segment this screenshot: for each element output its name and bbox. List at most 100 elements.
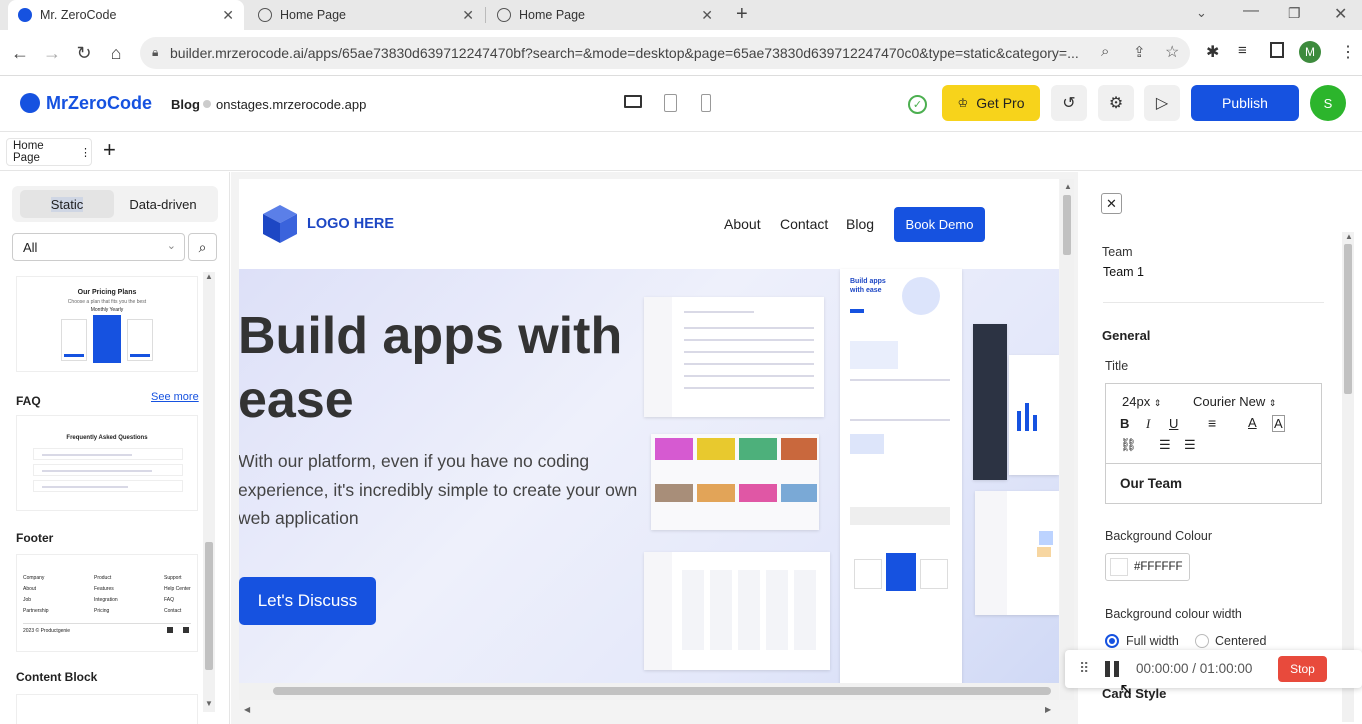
- window-close-icon[interactable]: ✕: [1334, 4, 1347, 24]
- hero-body[interactable]: With our platform, even if you have no c…: [239, 447, 643, 533]
- static-tab[interactable]: Static: [20, 190, 114, 218]
- globe-icon: [497, 8, 511, 22]
- browser-tab-active[interactable]: Mr. ZeroCode ✕: [8, 0, 244, 30]
- align-left-icon[interactable]: ≡: [1208, 415, 1216, 431]
- app-domain[interactable]: onstages.mrzerocode.app: [216, 97, 366, 112]
- left-scroll-thumb[interactable]: [205, 542, 213, 670]
- title-editor-content[interactable]: Our Team: [1120, 476, 1182, 491]
- nav-contact[interactable]: Contact: [780, 216, 828, 232]
- publish-button[interactable]: Publish: [1191, 85, 1299, 121]
- profile-avatar[interactable]: M: [1299, 41, 1321, 63]
- brand-name[interactable]: MrZeroCode: [46, 93, 152, 114]
- pause-icon[interactable]: [1105, 661, 1110, 677]
- home-icon[interactable]: ⌂: [106, 43, 126, 63]
- zoom-icon[interactable]: ⌕: [1101, 43, 1109, 60]
- back-icon[interactable]: ←: [10, 43, 30, 63]
- stop-recording-button[interactable]: Stop: [1278, 656, 1327, 682]
- restore-icon[interactable]: ❐: [1288, 5, 1301, 22]
- see-more-link[interactable]: See more: [151, 391, 199, 403]
- footer-template-thumb[interactable]: Company About Job Partnership Product Fe…: [16, 554, 198, 652]
- title-label: Title: [1105, 359, 1129, 373]
- logo-text[interactable]: LOGO HERE: [307, 216, 394, 232]
- mobile-view-icon[interactable]: [701, 94, 711, 112]
- link-icon[interactable]: ⛓︎: [1120, 437, 1137, 453]
- forward-icon[interactable]: →: [42, 43, 62, 63]
- scroll-right-icon[interactable]: ▶: [1045, 705, 1051, 714]
- nav-blog[interactable]: Blog: [846, 216, 874, 232]
- component-library-panel: Static Data-driven All ⌄ ⌕ ▲ ▼ Our Prici…: [0, 172, 230, 724]
- mode-segmented-control: Static Data-driven: [12, 186, 218, 222]
- close-tab-icon[interactable]: ✕: [222, 7, 234, 24]
- right-scroll-thumb[interactable]: [1344, 244, 1352, 394]
- browser-tab[interactable]: Home Page ✕: [487, 0, 723, 30]
- divider: [1103, 302, 1324, 303]
- footer-link: Contact: [164, 608, 182, 614]
- data-driven-tab[interactable]: Data-driven: [116, 190, 210, 218]
- content-block-template-thumb[interactable]: [16, 694, 198, 724]
- bullet-list-icon[interactable]: ☰: [1184, 437, 1196, 453]
- side-panel-icon[interactable]: [1270, 42, 1284, 58]
- saved-check-icon: ✓: [908, 95, 927, 114]
- tab-title: Mr. ZeroCode: [40, 8, 117, 22]
- page-menu-icon[interactable]: ⋮: [80, 146, 91, 159]
- centered-radio[interactable]: [1195, 634, 1209, 648]
- horizontal-scroll-thumb[interactable]: [273, 687, 1051, 695]
- page-canvas[interactable]: LOGO HERE About Contact Blog Book Demo B…: [239, 179, 1059, 700]
- faq-template-thumb[interactable]: Frequently Asked Questions: [16, 415, 198, 511]
- scroll-down-icon[interactable]: ▼: [205, 699, 213, 708]
- team-value[interactable]: Team 1: [1103, 265, 1144, 279]
- close-tab-icon[interactable]: ✕: [462, 7, 474, 24]
- close-tab-icon[interactable]: ✕: [701, 7, 713, 24]
- user-avatar[interactable]: S: [1310, 85, 1346, 121]
- canvas-vertical-scrollbar[interactable]: [1060, 179, 1074, 700]
- scroll-up-icon[interactable]: ▲: [205, 272, 213, 281]
- scroll-up-icon[interactable]: ▲: [1345, 232, 1353, 241]
- settings-button[interactable]: ⚙: [1098, 85, 1134, 121]
- history-button[interactable]: ↺: [1051, 85, 1087, 121]
- desktop-view-icon[interactable]: [624, 95, 642, 108]
- bold-icon[interactable]: B: [1120, 416, 1129, 431]
- lets-discuss-button[interactable]: Let's Discuss: [239, 577, 376, 625]
- font-family-value: Courier New: [1193, 394, 1266, 409]
- italic-icon[interactable]: I: [1146, 416, 1150, 432]
- font-size-select[interactable]: 24px ⇕: [1122, 394, 1161, 409]
- ordered-list-icon[interactable]: ☰: [1159, 437, 1171, 453]
- hero-title[interactable]: Build apps with ease: [239, 304, 648, 432]
- undo-icon: ↺: [1062, 95, 1076, 112]
- full-width-radio[interactable]: [1105, 634, 1119, 648]
- search-button[interactable]: ⌕: [188, 233, 217, 261]
- font-family-select[interactable]: Courier New ⇕: [1193, 394, 1276, 409]
- scroll-up-icon[interactable]: ▲: [1064, 182, 1072, 191]
- share-icon[interactable]: ⇪: [1133, 43, 1146, 61]
- canvas-scroll-thumb[interactable]: [1063, 195, 1071, 255]
- pricing-template-thumb[interactable]: Our Pricing Plans Choose a plan that fit…: [16, 276, 198, 372]
- scroll-left-icon[interactable]: ◀: [244, 705, 250, 714]
- underline-icon[interactable]: U: [1169, 416, 1178, 431]
- close-panel-icon[interactable]: ✕: [1101, 193, 1122, 214]
- nav-about[interactable]: About: [724, 216, 761, 232]
- address-bar[interactable]: 🔒︎ builder.mrzerocode.ai/apps/65ae73830d…: [140, 37, 1190, 69]
- new-tab-icon[interactable]: +: [736, 3, 748, 26]
- preview-button[interactable]: ▷: [1144, 85, 1180, 121]
- book-demo-button[interactable]: Book Demo: [894, 207, 985, 242]
- drag-handle-icon[interactable]: ⠿: [1079, 660, 1089, 677]
- browser-tab[interactable]: Home Page ✕: [248, 0, 484, 30]
- media-queue-icon[interactable]: ≡: [1238, 42, 1247, 59]
- add-page-icon[interactable]: +: [103, 139, 116, 161]
- bg-colour-picker[interactable]: #FFFFFF: [1105, 553, 1190, 581]
- category-select[interactable]: All ⌄: [12, 233, 185, 261]
- lock-icon[interactable]: 🔒︎: [152, 45, 158, 60]
- reload-icon[interactable]: ↻: [74, 43, 94, 63]
- text-color-icon[interactable]: A: [1248, 415, 1257, 430]
- bookmark-star-icon[interactable]: ☆: [1165, 42, 1179, 62]
- highlight-color-icon[interactable]: A: [1272, 415, 1285, 432]
- tab-search-icon[interactable]: ⌄: [1196, 5, 1207, 21]
- landing-page-preview-mock: Build apps with ease: [840, 269, 962, 700]
- minimize-icon[interactable]: —: [1243, 2, 1259, 20]
- get-pro-button[interactable]: ♔ Get Pro: [942, 85, 1040, 121]
- crown-icon: ♔: [957, 96, 969, 110]
- page-tab-home[interactable]: Home Page ⋮: [6, 138, 92, 166]
- browser-menu-icon[interactable]: ⋮: [1340, 42, 1356, 62]
- tablet-view-icon[interactable]: [664, 94, 677, 112]
- extensions-icon[interactable]: ✱: [1206, 42, 1219, 62]
